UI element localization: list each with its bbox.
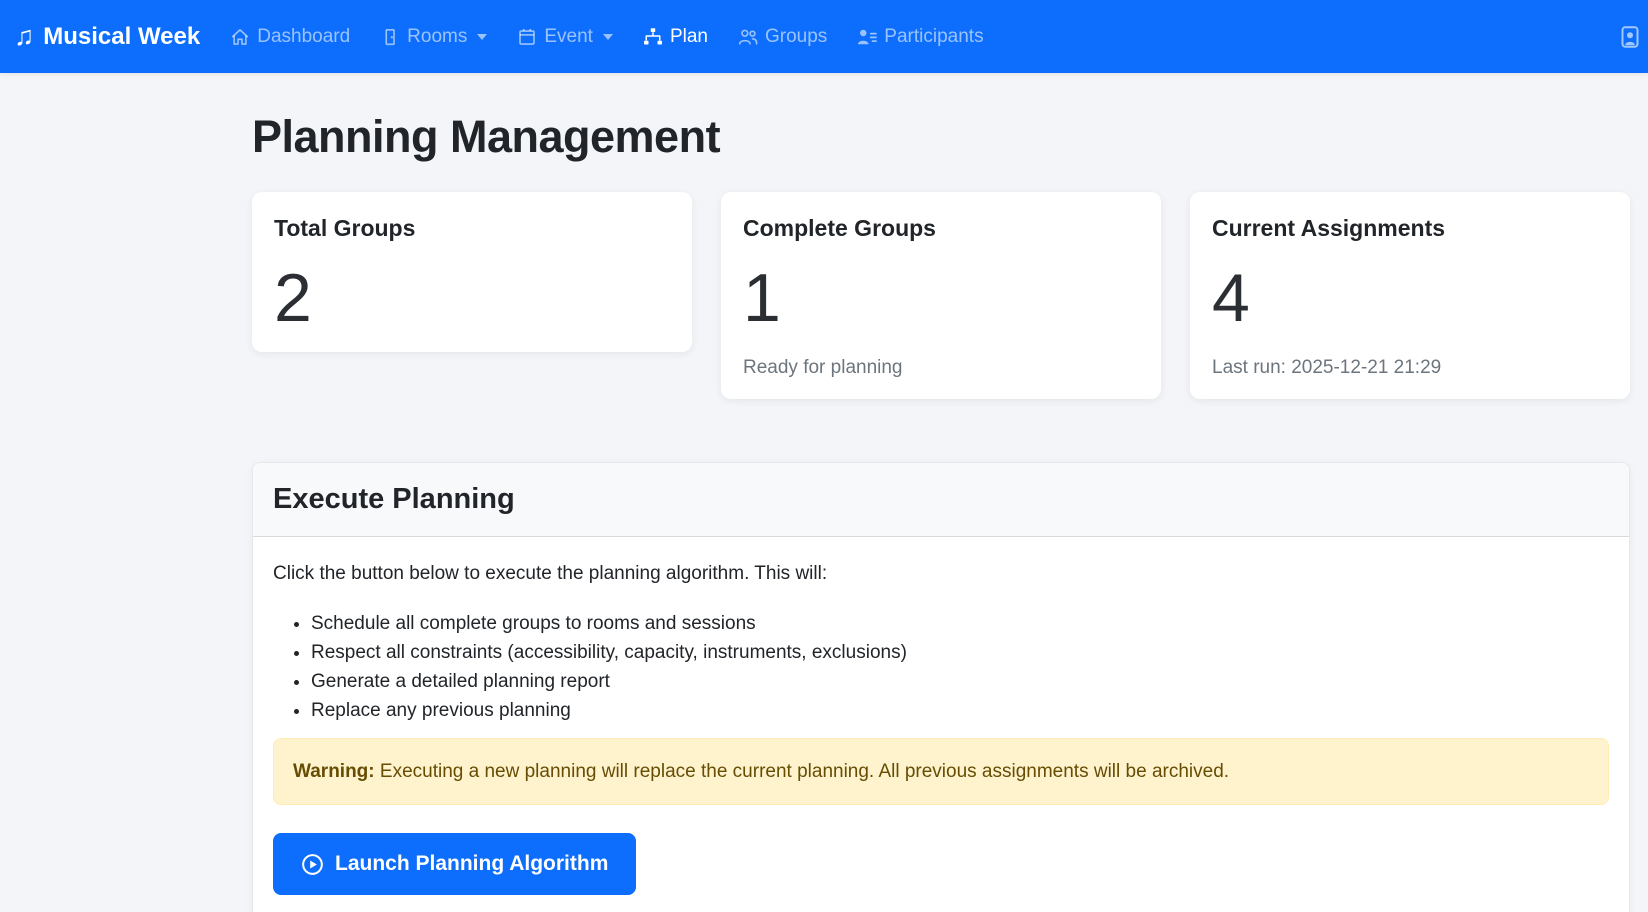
nav-item-participants[interactable]: Participants: [857, 25, 984, 48]
stat-value: 2: [274, 260, 312, 336]
stat-subtitle: Last run: 2025-12-21 21:29: [1212, 357, 1442, 378]
house-icon: [231, 28, 249, 45]
door-icon: [385, 28, 395, 45]
stats-row: Total Groups 2 Complete Groups 1 Ready f…: [252, 192, 1630, 399]
nav-item-label: Dashboard: [257, 25, 351, 47]
brand[interactable]: ♫ Musical Week: [14, 23, 200, 51]
stat-card-complete-groups: Complete Groups 1 Ready for planning: [721, 192, 1161, 399]
execute-bullet-list: Schedule all complete groups to rooms an…: [273, 609, 1609, 725]
chevron-down-icon: [477, 33, 488, 40]
warning-text: Executing a new planning will replace th…: [374, 761, 1230, 782]
nav-item-groups[interactable]: Groups: [738, 26, 827, 48]
stat-value: 1: [743, 260, 781, 336]
execute-planning-header: Execute Planning: [253, 463, 1629, 537]
nav-user[interactable]: A: [1618, 0, 1648, 73]
execute-planning-card: Execute Planning Click the button below …: [252, 462, 1630, 912]
stat-card-total-groups: Total Groups 2: [252, 192, 692, 352]
nav-links: Dashboard Rooms Event Plan Groups Partic…: [230, 25, 984, 48]
nav-item-event[interactable]: Event: [517, 26, 613, 48]
execute-intro-text: Click the button below to execute the pl…: [273, 563, 828, 584]
stat-title: Current Assignments: [1212, 215, 1446, 241]
execute-planning-body: Click the button below to execute the pl…: [253, 537, 1629, 912]
launch-planning-button[interactable]: Launch Planning Algorithm: [273, 833, 637, 895]
nav-item-label: Event: [544, 25, 593, 47]
nav-item-dashboard[interactable]: Dashboard: [230, 26, 350, 48]
stat-value: 4: [1212, 260, 1250, 336]
play-circle-icon: [302, 853, 323, 875]
music-note-icon: ♫: [14, 21, 35, 51]
bullet-item: Generate a detailed planning report: [311, 667, 1609, 696]
diagram-icon: [643, 27, 662, 44]
person-lines-icon: [858, 29, 878, 44]
section-title: Execute Planning: [273, 483, 515, 515]
nav-item-label: Participants: [884, 25, 984, 47]
bullet-item: Schedule all complete groups to rooms an…: [311, 609, 1609, 638]
nav-item-plan[interactable]: Plan: [643, 26, 708, 48]
stat-title: Total Groups: [274, 215, 416, 241]
warning-label: Warning:: [293, 761, 375, 782]
top-navbar: ♫ Musical Week Dashboard Rooms Event Pla…: [0, 0, 1648, 73]
nav-item-label: Plan: [669, 25, 708, 47]
bullet-item: Replace any previous planning: [311, 696, 1609, 725]
person-badge-icon: [1621, 25, 1639, 48]
people-icon: [738, 29, 758, 45]
stat-card-current-assignments: Current Assignments 4 Last run: 2025-12-…: [1190, 192, 1630, 399]
warning-alert: Warning: Executing a new planning will r…: [273, 738, 1609, 805]
launch-planning-label: Launch Planning Algorithm: [335, 852, 609, 875]
stat-subtitle: Ready for planning: [743, 357, 903, 378]
brand-label: Musical Week: [43, 22, 201, 50]
nav-item-label: Rooms: [407, 25, 468, 47]
calendar-icon: [519, 28, 536, 45]
nav-item-rooms[interactable]: Rooms: [380, 25, 488, 48]
chevron-down-icon: [602, 33, 613, 40]
bullet-item: Respect all constraints (accessibility, …: [311, 638, 1609, 667]
page-title: Planning Management: [252, 111, 721, 162]
nav-item-label: Groups: [764, 25, 828, 47]
main-content: Planning Management Total Groups 2 Compl…: [252, 110, 1630, 912]
stat-title: Complete Groups: [743, 215, 936, 241]
